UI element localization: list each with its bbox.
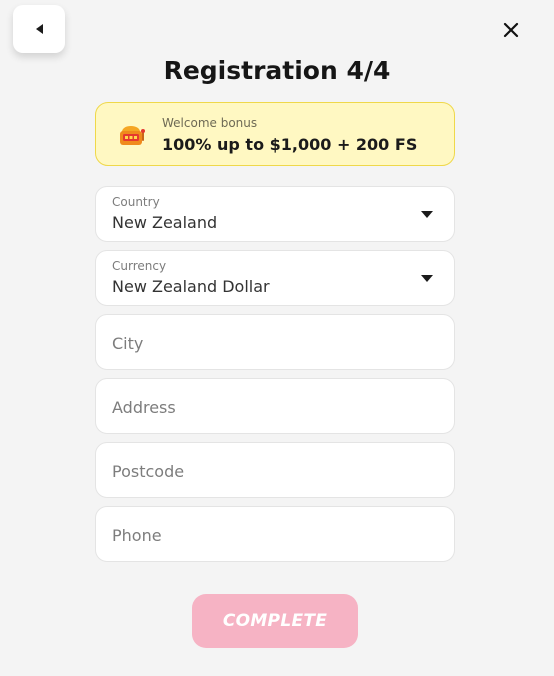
address-placeholder: Address [112, 398, 176, 417]
postcode-field[interactable]: Postcode [95, 442, 455, 498]
welcome-bonus-banner: Welcome bonus 100% up to $1,000 + 200 FS [95, 102, 455, 166]
complete-button[interactable]: COMPLETE [192, 594, 358, 648]
close-icon[interactable] [500, 19, 522, 41]
caret-left-icon [35, 24, 43, 34]
country-value: New Zealand [112, 213, 218, 232]
currency-select[interactable]: Currency New Zealand Dollar [95, 250, 455, 306]
country-select[interactable]: Country New Zealand [95, 186, 455, 242]
bonus-label: Welcome bonus [162, 116, 258, 130]
slot-machine-icon [120, 126, 145, 145]
page-title: Registration 4/4 [163, 56, 391, 85]
city-placeholder: City [112, 334, 144, 353]
phone-placeholder: Phone [112, 526, 162, 545]
postcode-placeholder: Postcode [112, 462, 185, 481]
chevron-down-icon [421, 275, 433, 282]
bonus-value: 100% up to $1,000 + 200 FS [162, 135, 418, 154]
address-field[interactable]: Address [95, 378, 455, 434]
country-label: Country [112, 195, 160, 209]
chevron-down-icon [421, 211, 433, 218]
currency-label: Currency [112, 259, 167, 273]
back-button[interactable] [13, 5, 65, 53]
city-field[interactable]: City [95, 314, 455, 370]
phone-field[interactable]: Phone [95, 506, 455, 562]
currency-value: New Zealand Dollar [112, 277, 270, 296]
